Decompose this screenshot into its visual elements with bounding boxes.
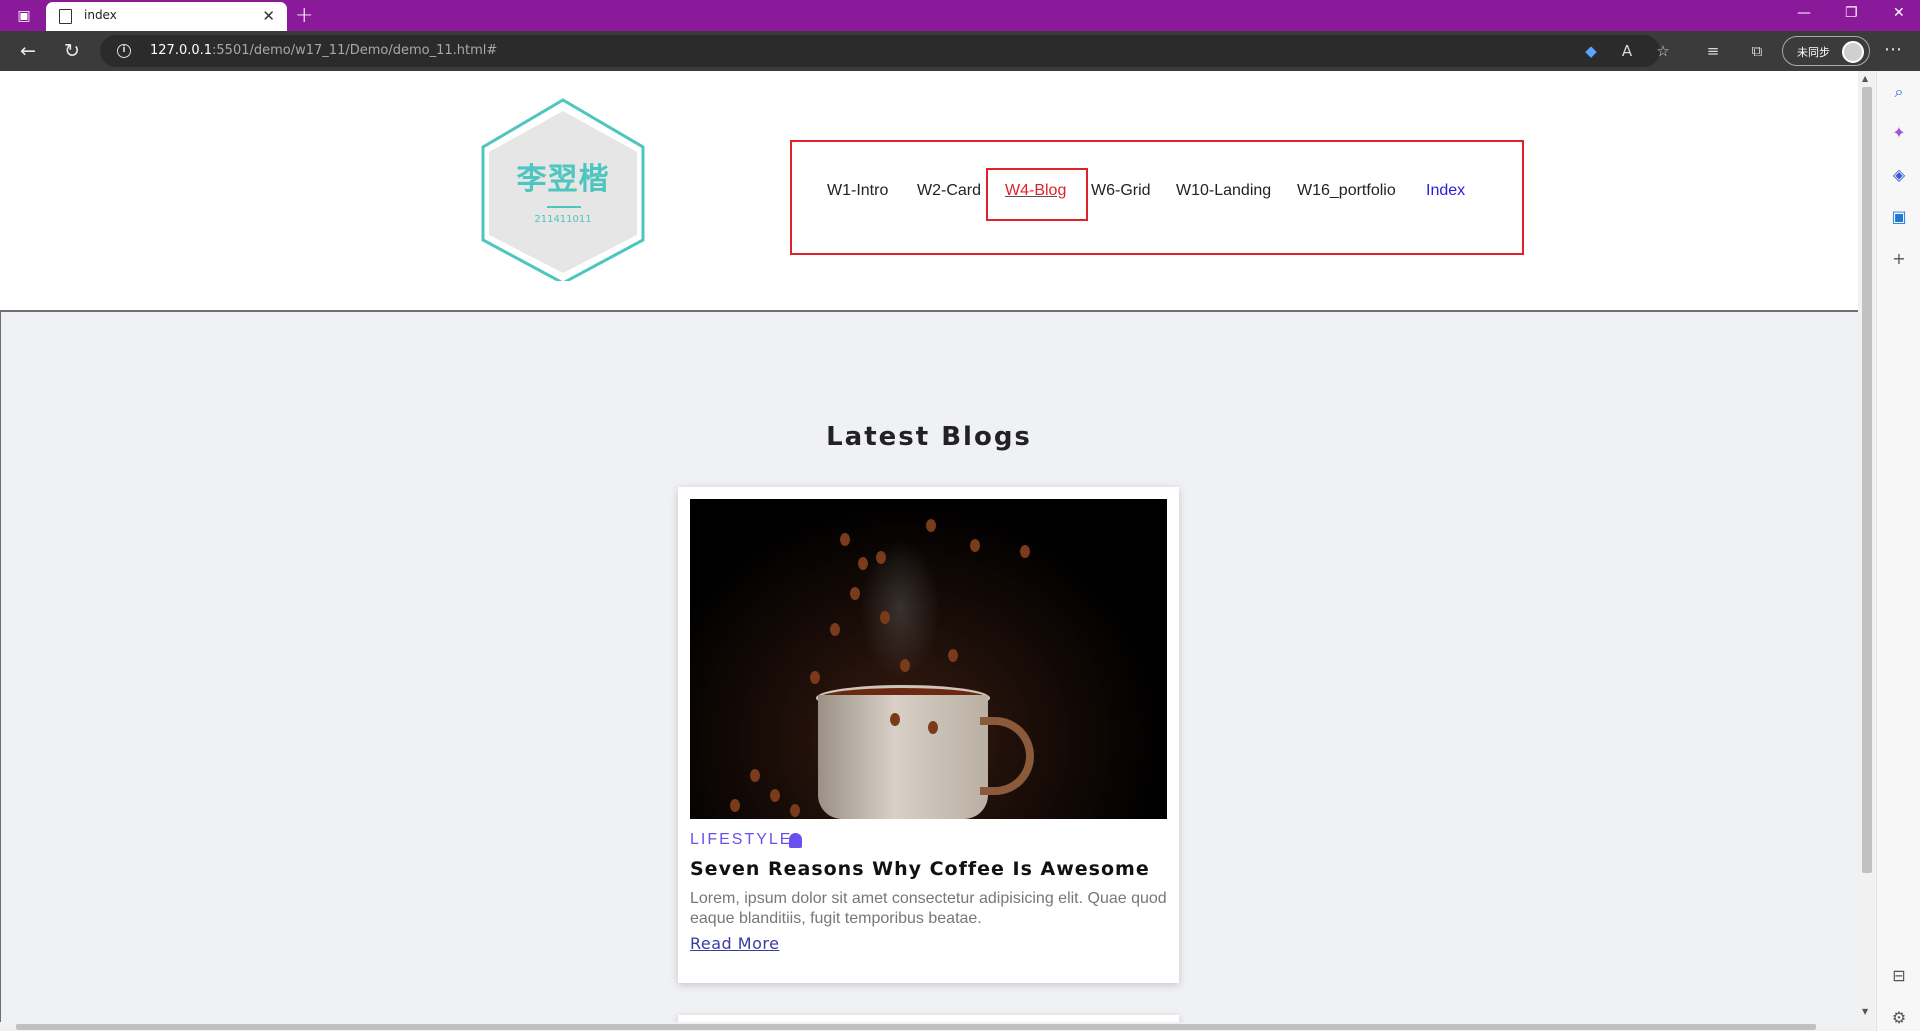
blog-card-image — [690, 499, 1167, 819]
coffee-bean — [770, 789, 780, 802]
coffee-bean — [970, 539, 980, 552]
shopping-icon[interactable]: ◈ — [1888, 164, 1910, 186]
coffee-bean — [858, 557, 868, 570]
logo-divider — [547, 206, 581, 208]
page-icon — [59, 9, 72, 24]
address-bar[interactable]: i 127.0.0.1:5501/demo/w17_11/Demo/demo_1… — [100, 35, 1660, 67]
vertical-scrollbar[interactable]: ▲ ▼ — [1858, 71, 1876, 1031]
read-aloud-icon[interactable]: A — [1616, 40, 1638, 62]
restore-button[interactable]: ❐ — [1845, 5, 1858, 21]
minimize-button[interactable]: — — [1797, 5, 1811, 21]
profile-button[interactable]: 未同步 — [1782, 36, 1870, 66]
outlook-icon[interactable]: ▣ — [1888, 206, 1910, 228]
read-more-link[interactable]: Read More — [690, 934, 779, 953]
add-favorite-icon[interactable]: ☆ — [1652, 40, 1674, 62]
refresh-button[interactable]: ↻ — [60, 39, 84, 63]
blog-card-description: Lorem, ipsum dolor sit amet consectetur … — [690, 890, 1167, 927]
url-path: :5501/demo/w17_11/Demo/demo_11.html# — [212, 43, 498, 58]
back-button[interactable]: ← — [16, 39, 40, 63]
close-window-button[interactable]: ✕ — [1893, 5, 1905, 21]
coffee-bean — [928, 721, 938, 734]
browser-tab-strip: ▣ index ✕ + — ❐ ✕ — [0, 0, 1920, 31]
nav-w4-blog[interactable]: W4-Blog — [1005, 182, 1066, 200]
new-tab-button[interactable]: + — [295, 3, 313, 28]
ghost-icon — [789, 833, 802, 848]
site-logo[interactable]: 李翌楷 211411011 — [475, 97, 651, 285]
add-app-icon[interactable]: + — [1888, 248, 1910, 270]
main-nav — [790, 140, 1524, 255]
section-title: Latest Blogs — [826, 422, 1032, 452]
edge-sidebar: ⌕ ✦ ◈ ▣ + ⊟ ⚙ — [1876, 71, 1920, 1031]
horizontal-scrollbar[interactable] — [0, 1022, 1858, 1031]
avatar — [1842, 41, 1864, 63]
settings-icon[interactable]: ⚙ — [1888, 1007, 1910, 1029]
copilot-icon[interactable]: ✦ — [1888, 122, 1910, 144]
coffee-bean — [730, 799, 740, 812]
coffee-bean — [840, 533, 850, 546]
coffee-bean — [890, 713, 900, 726]
close-tab-icon[interactable]: ✕ — [262, 7, 275, 25]
scrollbar-thumb[interactable] — [1862, 87, 1872, 873]
coffee-bean — [830, 623, 840, 636]
profile-label: 未同步 — [1797, 46, 1830, 59]
nav-w10-landing[interactable]: W10-Landing — [1176, 182, 1271, 200]
coffee-bean — [900, 659, 910, 672]
coffee-bean — [948, 649, 958, 662]
coffee-cup — [818, 695, 988, 819]
coffee-bean — [1020, 545, 1030, 558]
collections-icon[interactable]: ⧉ — [1746, 40, 1768, 62]
url-host: 127.0.0.1 — [150, 43, 213, 58]
browser-toolbar: ← ↻ i 127.0.0.1:5501/demo/w17_11/Demo/de… — [0, 31, 1920, 71]
tab-title: index — [84, 8, 117, 22]
coffee-bean — [810, 671, 820, 684]
coffee-bean — [750, 769, 760, 782]
nav-w16-portfolio[interactable]: W16_portfolio — [1297, 182, 1396, 200]
sidebar-toggle-icon[interactable]: ⊟ — [1888, 965, 1910, 987]
hscrollbar-thumb[interactable] — [16, 1024, 1816, 1030]
logo-student-id: 211411011 — [534, 214, 592, 225]
site-header: 李翌楷 211411011 W1-Intro W2-Card W4-Blog W… — [0, 71, 1858, 312]
shopping-tag-icon[interactable]: ◆ — [1580, 40, 1602, 62]
coffee-bean — [880, 611, 890, 624]
blog-card: LIFESTYLE Seven Reasons Why Coffee Is Aw… — [678, 487, 1179, 983]
coffee-bean — [790, 804, 800, 817]
nav-w6-grid[interactable]: W6-Grid — [1091, 182, 1151, 200]
coffee-bean — [876, 551, 886, 564]
scroll-up-icon[interactable]: ▲ — [1862, 74, 1868, 83]
nav-index[interactable]: Index — [1426, 182, 1465, 200]
info-icon[interactable]: i — [117, 44, 131, 58]
blog-card-next — [678, 1015, 1179, 1022]
nav-w1-intro[interactable]: W1-Intro — [827, 182, 888, 200]
favorites-icon[interactable]: ≡ — [1702, 40, 1724, 62]
browser-tab[interactable]: index ✕ — [46, 2, 287, 31]
coffee-bean — [926, 519, 936, 532]
blog-card-title: Seven Reasons Why Coffee Is Awesome — [690, 858, 1150, 880]
logo-name: 李翌楷 — [516, 162, 610, 197]
tab-actions-icon[interactable]: ▣ — [12, 7, 36, 25]
blog-card-category: LIFESTYLE — [690, 831, 793, 848]
search-icon[interactable]: ⌕ — [1888, 81, 1910, 103]
nav-w2-card[interactable]: W2-Card — [917, 182, 981, 200]
coffee-cup-handle — [980, 717, 1034, 795]
page-viewport: 李翌楷 211411011 W1-Intro W2-Card W4-Blog W… — [0, 71, 1858, 1022]
coffee-bean — [850, 587, 860, 600]
steam-graphic — [860, 539, 940, 679]
scroll-down-icon[interactable]: ▼ — [1862, 1007, 1868, 1016]
more-options-icon[interactable]: ⋯ — [1884, 39, 1902, 60]
url-text[interactable]: 127.0.0.1:5501/demo/w17_11/Demo/demo_11.… — [150, 43, 497, 58]
